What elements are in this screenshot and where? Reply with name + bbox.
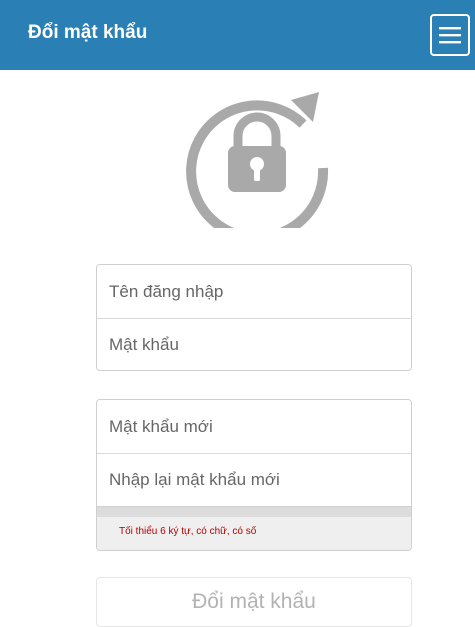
password-input[interactable] <box>97 318 411 370</box>
password-hint: Tối thiểu 6 ký tự, có chữ, có số <box>119 526 257 537</box>
hamburger-menu-icon <box>439 27 461 44</box>
hero-illustration <box>178 78 338 243</box>
page-title: Đổi mật khẩu <box>28 22 148 43</box>
hint-strip <box>97 507 411 517</box>
confirm-password-input[interactable] <box>97 453 411 506</box>
menu-button[interactable] <box>430 14 470 56</box>
new-password-input[interactable] <box>97 400 411 453</box>
change-password-button[interactable]: Đổi mật khẩu <box>96 577 412 627</box>
new-password-fields: Tối thiểu 6 ký tự, có chữ, có số <box>96 399 412 551</box>
lock-reset-icon <box>186 92 329 243</box>
password-hint-box: Tối thiểu 6 ký tự, có chữ, có số <box>97 506 411 550</box>
username-input[interactable] <box>97 265 411 318</box>
login-fields <box>96 264 412 371</box>
app-header: Đổi mật khẩu <box>0 0 475 70</box>
